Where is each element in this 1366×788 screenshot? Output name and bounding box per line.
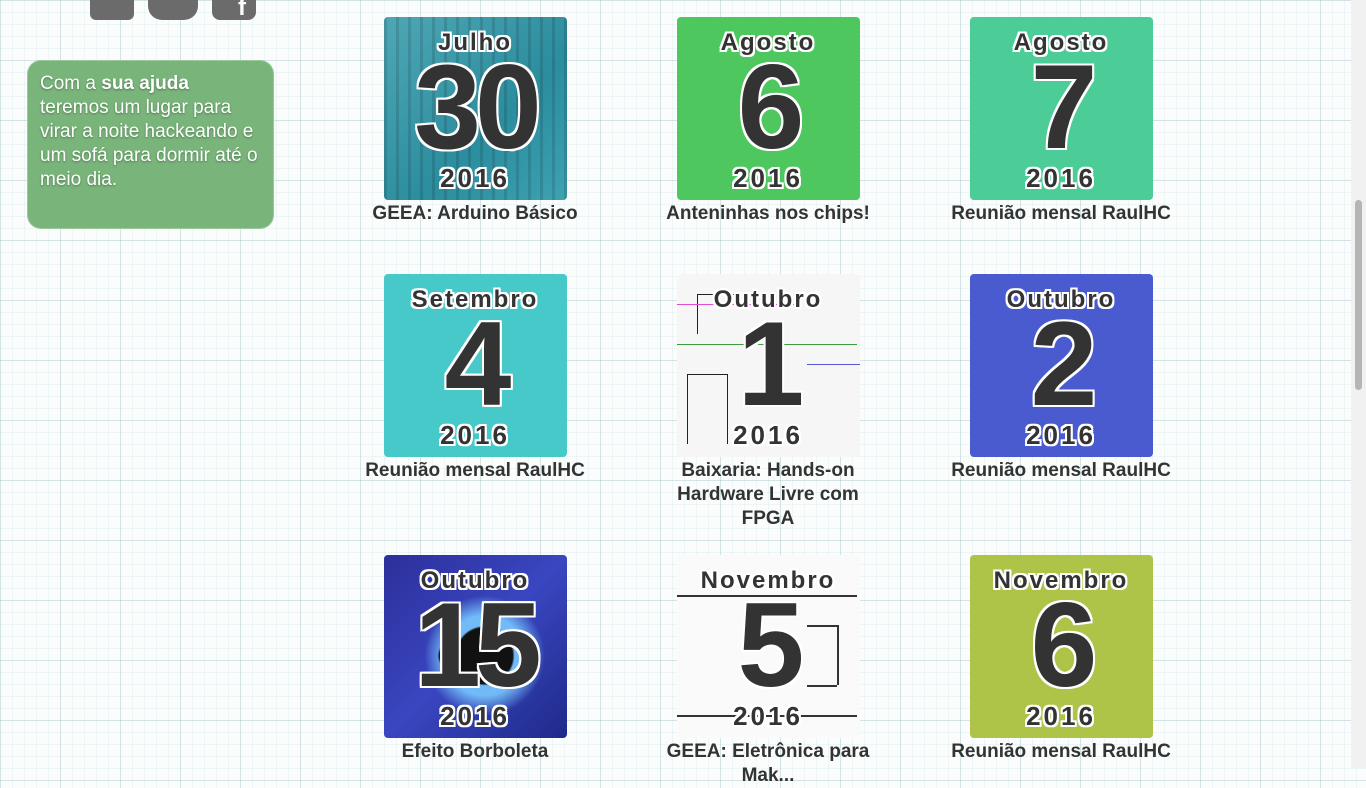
- event-date-tile[interactable]: Novembro 6 2016: [969, 555, 1153, 738]
- event-day: 6: [1030, 578, 1098, 712]
- social-links: [90, 0, 256, 22]
- event-year: 2016: [1026, 163, 1096, 193]
- help-text-bold: sua ajuda: [101, 73, 189, 94]
- event-day: 2: [1030, 297, 1098, 431]
- event-day: 5: [737, 578, 805, 712]
- event-card[interactable]: Outubro 15 2016 Efeito Borboleta: [360, 555, 590, 764]
- event-date-tile[interactable]: Outubro 1 2016: [676, 274, 860, 457]
- event-card[interactable]: Agosto 7 2016 Reunião mensal RaulHC: [946, 17, 1176, 226]
- event-card[interactable]: Julho 30 2016 GEEA: Arduino Básico: [360, 17, 590, 226]
- facebook-icon[interactable]: [212, 0, 256, 22]
- scrollbar[interactable]: [1351, 0, 1366, 768]
- event-day: 30: [414, 40, 541, 174]
- event-card[interactable]: Outubro 1 2016 Baixaria: Hands-on Hardware …: [653, 274, 883, 531]
- chat-icon[interactable]: [148, 0, 198, 20]
- event-title-link[interactable]: Reunião mensal RaulHC: [360, 459, 590, 483]
- help-box: Com a sua ajuda teremos um lugar para vi…: [27, 60, 274, 229]
- event-day: 7: [1030, 40, 1098, 174]
- help-text-prefix: Com a: [40, 73, 102, 94]
- event-date-tile[interactable]: Novembro 5 2016: [676, 555, 860, 738]
- event-title-link[interactable]: Baixaria: Hands-on Hardware Livre com FP…: [653, 459, 883, 531]
- event-title-link[interactable]: GEEA: Eletrônica para Mak...: [653, 740, 883, 788]
- event-day: 6: [737, 40, 805, 174]
- event-year: 2016: [1026, 701, 1096, 731]
- event-title-link[interactable]: Reunião mensal RaulHC: [946, 459, 1176, 483]
- event-title-link[interactable]: Reunião mensal RaulHC: [946, 202, 1176, 226]
- event-date-tile[interactable]: Outubro 2 2016: [969, 274, 1153, 457]
- event-title-link[interactable]: Reunião mensal RaulHC: [946, 740, 1176, 764]
- event-card[interactable]: Agosto 6 2016 Anteninhas nos chips!: [653, 17, 883, 226]
- help-text-suffix: teremos um lugar para virar a noite hack…: [40, 97, 258, 190]
- event-day: 15: [414, 578, 541, 712]
- event-title-link[interactable]: Efeito Borboleta: [360, 740, 590, 764]
- event-date-tile[interactable]: Outubro 15 2016: [383, 555, 567, 738]
- event-card[interactable]: Outubro 2 2016 Reunião mensal RaulHC: [946, 274, 1176, 483]
- event-year: 2016: [1026, 420, 1096, 450]
- event-year: 2016: [733, 420, 803, 450]
- event-date-tile[interactable]: Julho 30 2016: [383, 17, 567, 200]
- mail-icon[interactable]: [90, 0, 134, 20]
- event-date-tile[interactable]: Agosto 6 2016: [676, 17, 860, 200]
- event-title-link[interactable]: GEEA: Arduino Básico: [360, 202, 590, 226]
- event-date-tile[interactable]: Agosto 7 2016: [969, 17, 1153, 200]
- event-year: 2016: [733, 701, 803, 731]
- event-year: 2016: [440, 163, 510, 193]
- event-year: 2016: [440, 701, 510, 731]
- event-day: 4: [444, 297, 512, 431]
- event-year: 2016: [440, 420, 510, 450]
- scrollbar-thumb[interactable]: [1355, 200, 1362, 390]
- event-card[interactable]: Novembro 6 2016 Reunião mensal RaulHC: [946, 555, 1176, 764]
- event-date-tile[interactable]: Setembro 4 2016: [383, 274, 567, 457]
- event-card[interactable]: Setembro 4 2016 Reunião mensal RaulHC: [360, 274, 590, 483]
- event-title-link[interactable]: Anteninhas nos chips!: [653, 202, 883, 226]
- event-card[interactable]: Novembro 5 2016 GEEA: Eletrônica para Mak..…: [653, 555, 883, 788]
- event-day: 1: [737, 297, 805, 431]
- event-year: 2016: [733, 163, 803, 193]
